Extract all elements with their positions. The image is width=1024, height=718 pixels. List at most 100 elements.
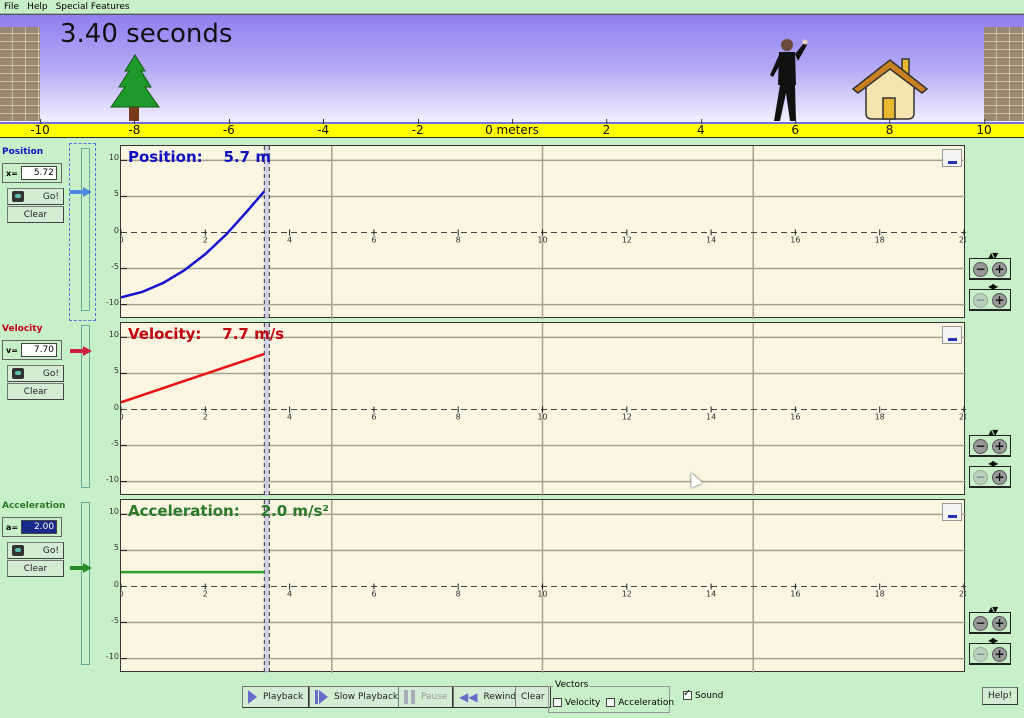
velocity-var-label: v= [6, 345, 18, 355]
go-light-icon [12, 191, 24, 202]
help-button[interactable]: Help! [982, 687, 1019, 705]
position-side-label: Position [2, 147, 44, 157]
position-graph[interactable]: 0 2 4 6 8 10 12 14 16 18 20 Position: 5.7 m [120, 145, 966, 319]
y-tick-label: 10 [108, 330, 119, 340]
playback-button[interactable]: Playback [242, 686, 310, 708]
velocity-value-box: v= [2, 340, 62, 360]
menu-special-features[interactable]: Special Features [56, 2, 130, 12]
x-tick-label: 0 [121, 590, 124, 599]
position-clear-button[interactable]: Clear [7, 206, 64, 223]
acceleration-slider[interactable] [81, 502, 90, 665]
ruler-tick: 8 [885, 119, 894, 137]
vertical-arrows-icon: ▲▼ [988, 605, 998, 614]
velocity-input[interactable] [20, 343, 57, 357]
ruler-tick: -10 [30, 119, 50, 137]
ruler-tick: 10 [976, 119, 992, 137]
acceleration-minimize-button[interactable] [942, 503, 962, 521]
velocity-minimize-button[interactable] [942, 326, 962, 344]
velocity-graph-canvas: 0 2 4 6 8 10 12 14 16 18 20 [121, 323, 966, 496]
position-var-label: x= [6, 168, 18, 178]
x-tick-label: 4 [287, 590, 292, 599]
position-value-box: x= [2, 163, 62, 183]
position-slider-arrow-icon[interactable] [70, 187, 92, 197]
clear-button[interactable]: Clear [515, 686, 551, 708]
velocity-vertical-zoom-in[interactable]: + [992, 439, 1007, 454]
rewind-label: Rewind [483, 692, 517, 702]
velocity-graph[interactable]: 0 2 4 6 8 10 12 14 16 18 20 Velocity: 7.7 m/s [120, 322, 966, 496]
position-horizontal-zoom-in[interactable]: + [992, 293, 1007, 308]
rewind-icon: ◀◀ [459, 690, 478, 704]
horizontal-arrows-icon: ◀▶ [988, 282, 998, 291]
x-tick-label: 10 [537, 590, 547, 599]
menu-file[interactable]: File [4, 2, 19, 12]
y-tick-label: -10 [105, 297, 119, 307]
acceleration-input[interactable] [21, 520, 58, 534]
position-horizontal-zoom-out[interactable]: − [973, 293, 988, 308]
tree-icon [110, 54, 160, 121]
acceleration-vertical-zoom-in[interactable]: + [992, 616, 1007, 631]
velocity-clear-button[interactable]: Clear [7, 383, 64, 400]
x-tick-label: 16 [790, 590, 800, 599]
rewind-button[interactable]: ◀◀ Rewind [453, 686, 523, 708]
position-minimize-button[interactable] [942, 149, 962, 167]
x-tick-label: 2 [203, 413, 208, 422]
vectors-group: Vectors Velocity Acceleration [548, 680, 674, 713]
x-tick-label: 20 [959, 590, 966, 599]
horizontal-arrows-icon: ◀▶ [988, 459, 998, 468]
acceleration-horizontal-zoom-out[interactable]: − [973, 647, 988, 662]
acceleration-var-label: a= [6, 522, 19, 532]
acceleration-clear-button[interactable]: Clear [7, 560, 64, 577]
vectors-legend: Vectors [553, 680, 591, 690]
acceleration-vector-checkbox[interactable] [606, 698, 616, 707]
position-vertical-zoom-in[interactable]: + [992, 262, 1007, 277]
position-input[interactable] [20, 166, 57, 180]
velocity-vertical-zoom-out[interactable]: − [973, 439, 988, 454]
y-tick-label: -10 [105, 651, 119, 661]
go-light-icon [12, 368, 24, 379]
position-slider[interactable] [81, 148, 90, 311]
acceleration-graph[interactable]: 0 2 4 6 8 10 12 14 16 18 20 Acceleration: 2.0 m/s² [120, 499, 966, 673]
x-tick-label: 2 [203, 590, 208, 599]
velocity-horizontal-zoom-out[interactable]: − [973, 470, 988, 485]
x-tick-label: 20 [959, 236, 966, 245]
acceleration-graph-title: Acceleration: 2.0 m/s² [128, 502, 329, 520]
menu-bar: File Help Special Features [0, 0, 1024, 14]
y-tick-label: 10 [108, 153, 119, 163]
velocity-slider-arrow-icon[interactable] [70, 346, 92, 356]
acceleration-slider-arrow-icon[interactable] [70, 563, 92, 573]
position-vertical-zoom-out[interactable]: − [973, 262, 988, 277]
velocity-side-label: Velocity [2, 324, 43, 334]
x-tick-label: 18 [875, 413, 885, 422]
pause-button[interactable]: Pause [398, 686, 454, 708]
menu-help[interactable]: Help [27, 2, 48, 12]
ruler-tick: -2 [411, 119, 424, 137]
velocity-horizontal-zoom-in[interactable]: + [992, 470, 1007, 485]
position-go-button[interactable]: Go! [7, 188, 64, 205]
horizontal-arrows-icon: ◀▶ [988, 636, 998, 645]
position-graph-canvas: 0 2 4 6 8 10 12 14 16 18 20 [121, 146, 966, 319]
sound-toggle[interactable]: Sound [683, 688, 723, 701]
x-tick-label: 14 [706, 236, 716, 245]
y-tick-label: 5 [113, 543, 119, 553]
acceleration-vertical-zoom-out[interactable]: − [973, 616, 988, 631]
ruler-tick: 2 [602, 119, 611, 137]
ruler-tick: -4 [317, 119, 330, 137]
y-tick-label: 5 [113, 189, 119, 199]
ruler-tick: 4 [696, 119, 705, 137]
x-tick-label: 12 [622, 236, 632, 245]
acceleration-horizontal-zoom-in[interactable]: + [992, 647, 1007, 662]
y-tick-label: 0 [113, 579, 119, 589]
time-cursor-band [264, 323, 270, 496]
sound-checkbox[interactable] [683, 688, 692, 700]
x-tick-label: 8 [456, 590, 461, 599]
clear-label: Clear [521, 692, 545, 702]
velocity-vector-checkbox[interactable] [553, 698, 562, 707]
house-icon[interactable] [850, 55, 930, 125]
acceleration-go-button[interactable]: Go! [7, 542, 64, 559]
walking-man[interactable] [762, 35, 812, 125]
acceleration-side-label: Acceleration [2, 501, 66, 511]
x-tick-label: 6 [371, 590, 376, 599]
acceleration-value-box: a= [2, 517, 62, 537]
velocity-go-button[interactable]: Go! [7, 365, 64, 382]
slow-playback-button[interactable]: Slow Playback [309, 686, 405, 708]
